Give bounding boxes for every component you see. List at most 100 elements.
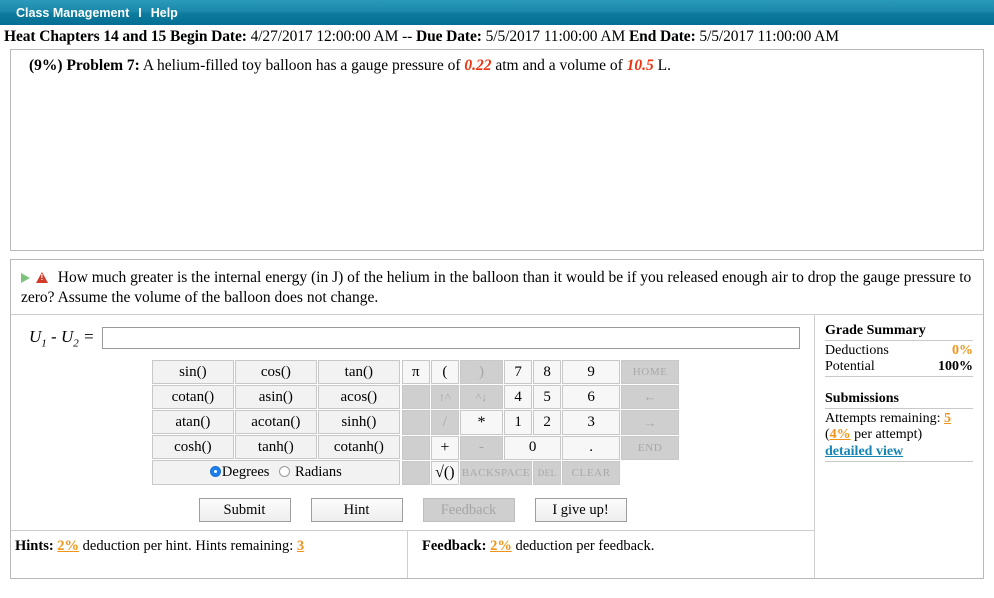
begin-date-label: Begin Date: [169,28,247,45]
deductions-value: 0% [952,342,973,358]
number-pad-row: √() BACKSPACE DEL CLEAR [401,460,679,486]
calc-2[interactable]: 2 [533,410,562,435]
calc-1[interactable]: 1 [504,410,533,435]
calc-right-arrow[interactable]: → [621,410,680,435]
calc-del[interactable]: DEL [533,460,562,486]
hint-button[interactable]: Hint [310,498,403,523]
calc-3[interactable]: 3 [562,410,621,435]
calc-minus[interactable]: - [459,435,504,460]
angle-mode-row: Degrees Radians [151,460,400,486]
hints-deduction: 2% [57,538,80,555]
nav-help[interactable]: Help [151,6,178,20]
grade-summary-rule-2 [825,375,973,377]
calc-4[interactable]: 4 [504,385,533,410]
calc-end[interactable]: END [621,435,680,460]
nav-separator: I [138,5,142,20]
calc-home[interactable]: HOME [621,360,680,385]
calc-blank-1 [401,385,430,410]
pressure-value: 0.22 [464,57,492,74]
grade-summary-rule-1 [825,339,973,341]
calc-divide[interactable]: / [430,410,459,435]
calc-open-paren[interactable]: ( [430,360,459,385]
problem-text-before: A helium-filled toy balloon has a gauge … [142,57,461,74]
radians-label[interactable]: Radians [291,464,342,480]
deductions-label: Deductions [825,342,889,358]
degrees-radio[interactable] [209,465,221,477]
action-button-row: Submit Hint Feedback I give up! [11,486,814,532]
question-panel: How much greater is the internal energy … [10,259,984,579]
calc-backspace[interactable]: BACKSPACE [459,460,533,486]
grade-summary-title: Grade Summary [825,322,926,338]
calc-fn-cotanh[interactable]: cotanh() [317,435,400,460]
calc-close-paren[interactable]: ) [459,360,504,385]
number-pad-row: + -0. END [401,435,680,460]
problem-number: Problem 7: [66,57,140,74]
calc-9[interactable]: 9 [562,360,621,385]
calc-blank-2 [401,410,430,435]
problem-weight: (9%) [29,57,63,74]
calc-fn-cotan[interactable]: cotan() [151,385,234,410]
radians-radio[interactable] [279,465,291,477]
function-pad-row: sin() cos() tan() [151,360,400,385]
volume-value: 10.5 [626,57,654,74]
answer-input[interactable] [102,326,800,349]
nav-class-management[interactable]: Class Management [16,6,129,20]
grade-summary-spacer [825,379,973,391]
submit-button[interactable]: Submit [198,498,291,523]
number-pad-row: π() 7 8 9 HOME [401,360,680,385]
feedback-label: Feedback: [422,538,487,555]
warning-icon[interactable] [35,272,48,283]
function-pad-row: cotan() asin() acos() [151,385,400,410]
calc-clear[interactable]: CLEAR [562,460,621,486]
calc-multiply[interactable]: * [459,410,504,435]
calc-fn-sin[interactable]: sin() [151,360,234,385]
calc-plus[interactable]: + [430,435,459,460]
calc-0[interactable]: 0 [504,435,562,460]
play-icon[interactable] [21,273,30,283]
feedback-info: Feedback: 2% deduction per feedback. [408,531,814,578]
calc-fn-tanh[interactable]: tanh() [234,435,317,460]
problem-text-middle: atm and a volume of [495,57,623,74]
calc-8[interactable]: 8 [533,360,562,385]
number-pad-row: ↑^ ^↓ 4 5 6 ← [401,385,680,410]
calc-fn-acotan[interactable]: acotan() [234,410,317,435]
degrees-label[interactable]: Degrees [222,464,270,480]
number-pad-body: π() 7 8 9 HOME ↑^ ^↓ 4 5 6 ← / * 1 2 3 → + -0. END √() BACKSP… [401,360,680,486]
potential-row: Potential 100% [825,359,973,375]
potential-label: Potential [825,358,875,374]
calc-blank-3 [401,435,430,460]
calc-pi[interactable]: π [401,360,430,385]
calc-5[interactable]: 5 [533,385,562,410]
grade-summary-panel: Grade Summary Deductions 0% Potential 10… [815,315,983,578]
function-pad-row: cosh() tanh() cotanh() [151,435,400,460]
problem-statement: (9%) Problem 7: A helium-filled toy ball… [19,56,975,75]
answer-input-row: U1 - U2 = [11,315,814,359]
per-attempt-pct: 4% [829,426,851,442]
calc-decimal[interactable]: . [562,435,621,460]
attempts-label: Attempts remaining: [825,410,941,426]
calc-7[interactable]: 7 [504,360,533,385]
hints-label: Hints: [15,538,54,555]
grade-summary-rule-3 [825,460,973,462]
feedback-button: Feedback [422,498,515,523]
calc-sqrt[interactable]: √() [430,460,459,486]
per-attempt-row: (4% per attempt) [825,427,973,443]
calc-fn-cosh[interactable]: cosh() [151,435,234,460]
per-attempt-close: per attempt) [850,426,923,442]
calc-fn-sinh[interactable]: sinh() [317,410,400,435]
calc-6[interactable]: 6 [562,385,621,410]
feedback-text: deduction per feedback. [515,538,655,555]
calc-fn-asin[interactable]: asin() [234,385,317,410]
date-dash: -- [402,28,413,45]
calc-fn-tan[interactable]: tan() [317,360,400,385]
assignment-title: Heat Chapters 14 and 15 [4,28,167,45]
question-text: How much greater is the internal energy … [21,269,972,306]
calc-left-arrow[interactable]: ← [621,385,680,410]
calc-fn-cos[interactable]: cos() [234,360,317,385]
detailed-view-link[interactable]: detailed view [825,444,903,459]
give-up-button[interactable]: I give up! [534,498,627,523]
calc-fn-acos[interactable]: acos() [317,385,400,410]
calc-fn-atan[interactable]: atan() [151,410,234,435]
calc-superscript[interactable]: ↑^ [430,385,459,410]
calc-subscript[interactable]: ^↓ [459,385,504,410]
